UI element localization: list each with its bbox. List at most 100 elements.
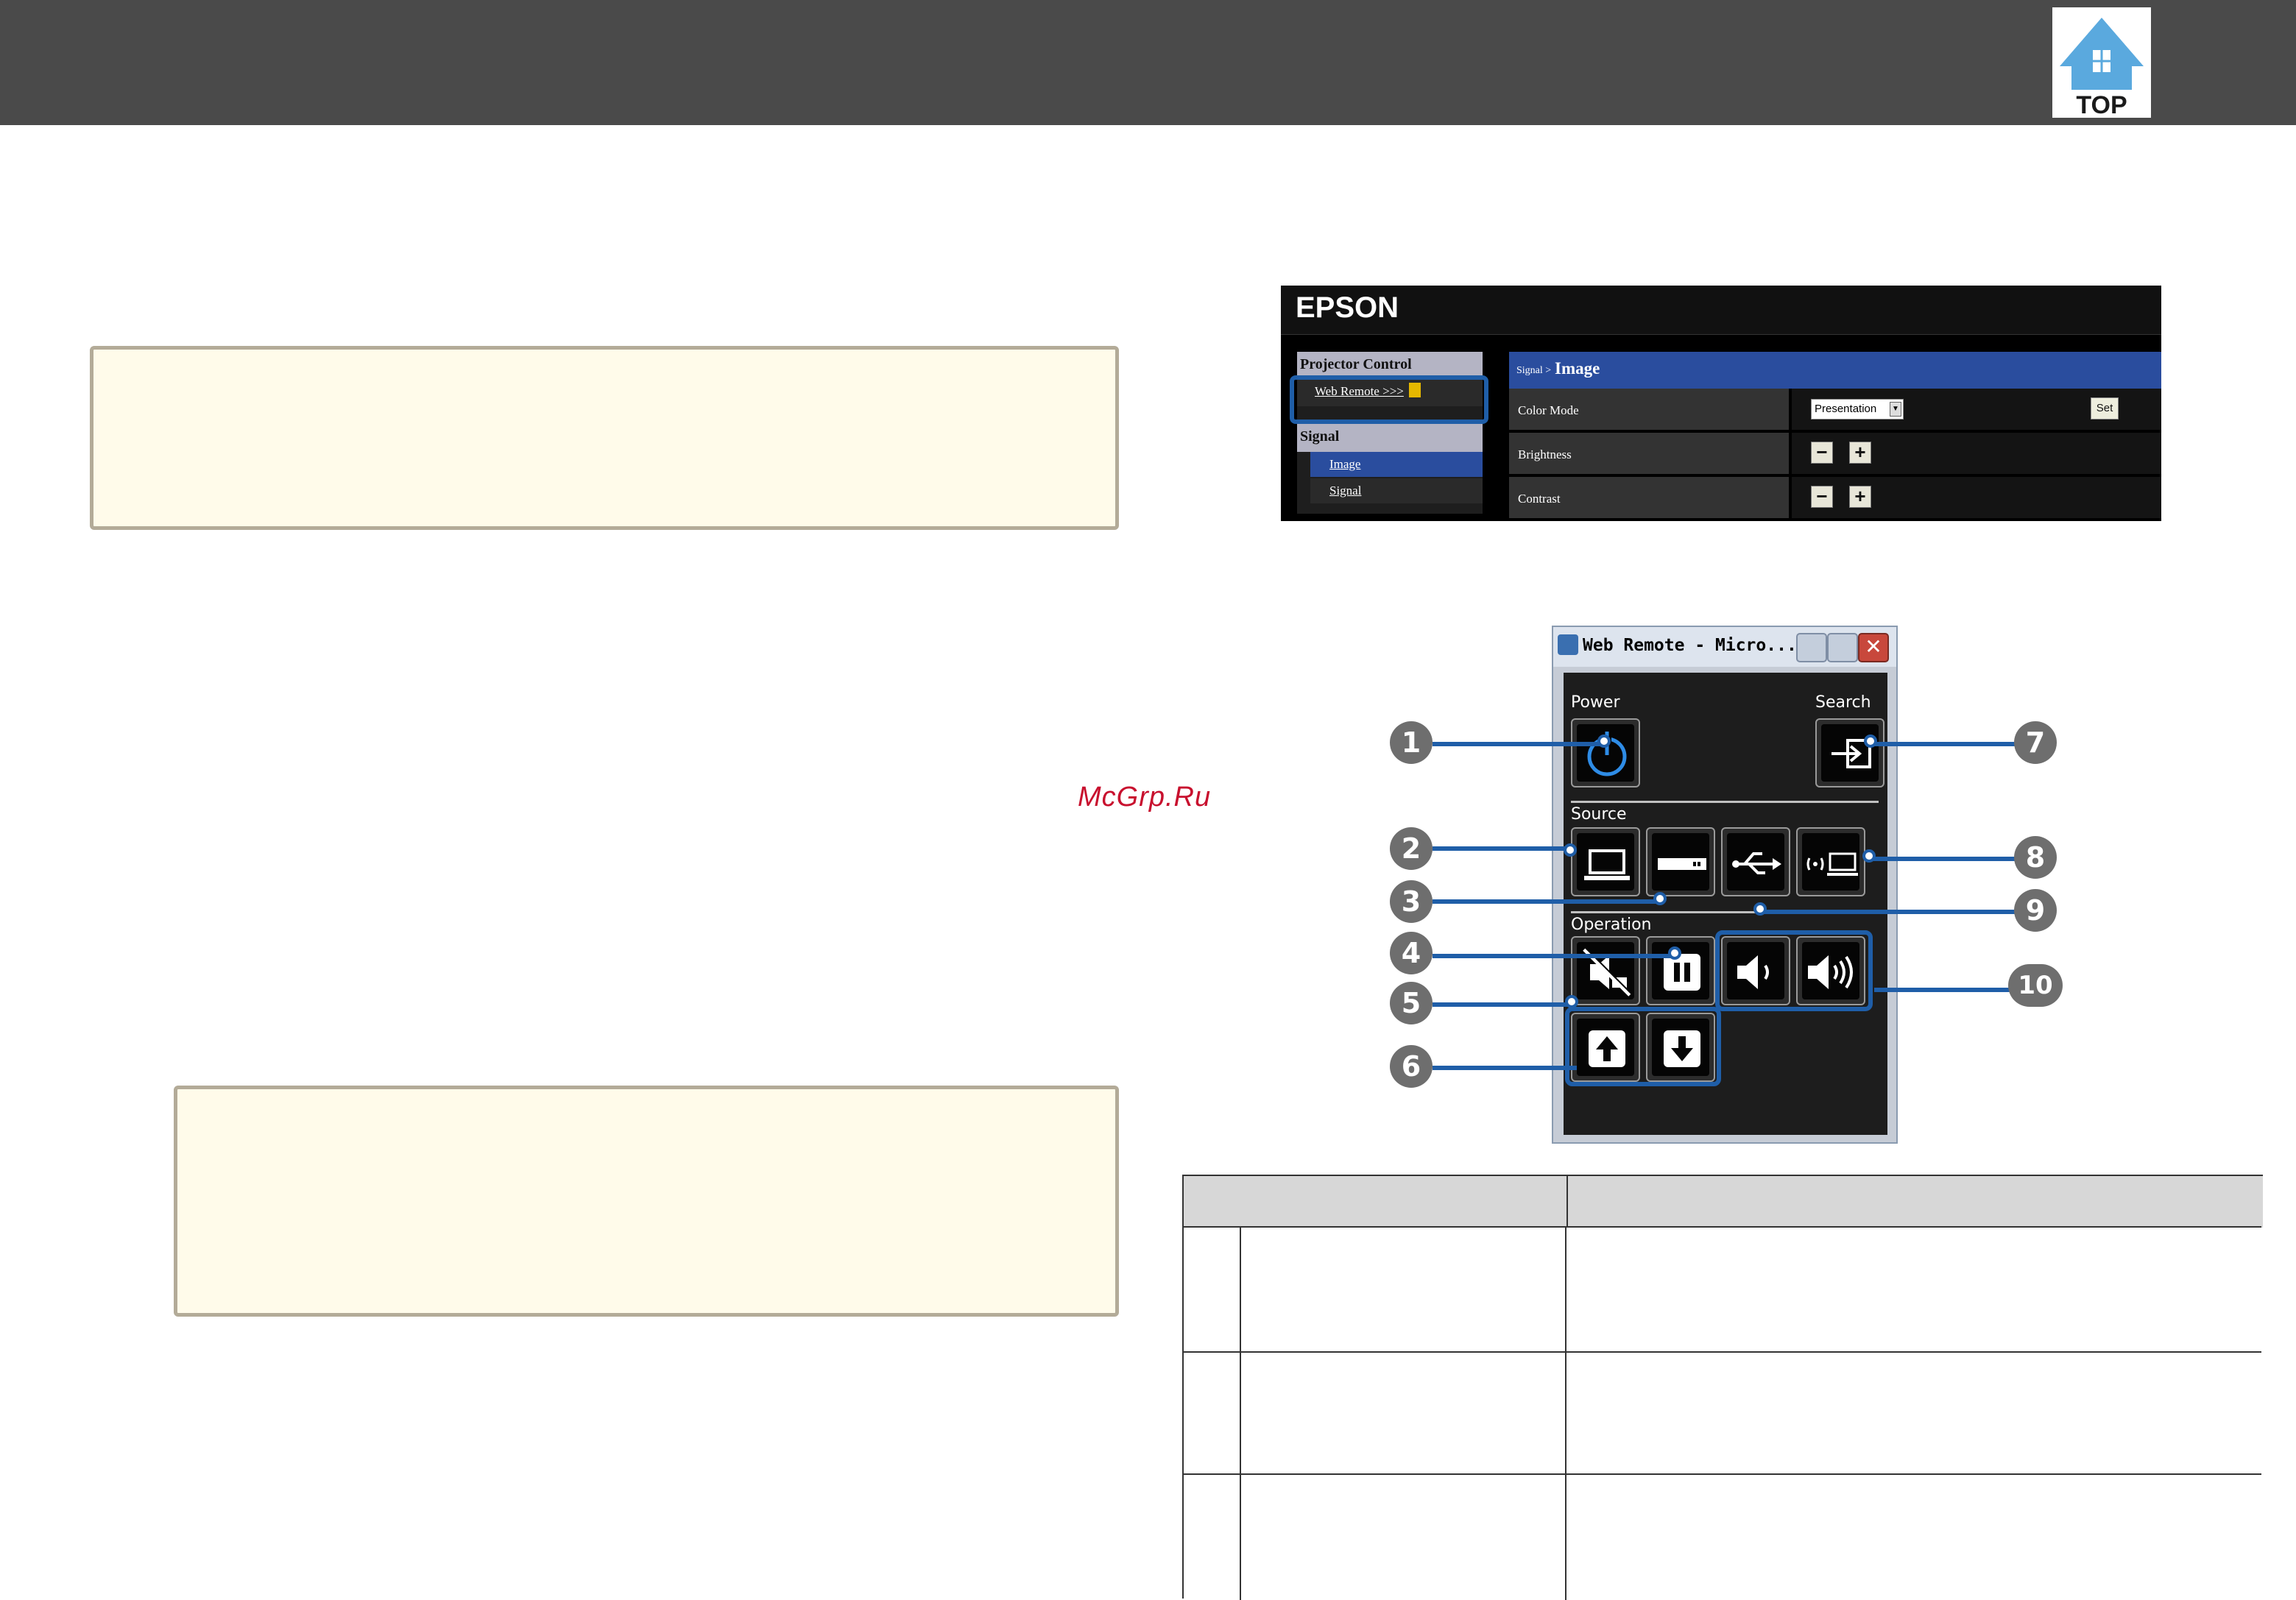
callout-dot <box>1564 843 1577 857</box>
breadcrumb: Signal > Image <box>1509 352 2161 389</box>
watermark-text: McGrp.Ru <box>1078 782 1212 813</box>
setting-value-cell: − + <box>1792 433 2161 474</box>
callout-dot <box>1753 902 1767 916</box>
callout-line <box>1433 846 1572 851</box>
column-divider <box>1565 1353 1566 1475</box>
callout-2: 2 <box>1390 827 1433 870</box>
setting-row-brightness: Brightness − + <box>1509 433 2161 475</box>
setting-row-color-mode: Color Mode Presentation ▼ Set <box>1509 389 2161 431</box>
callout-line <box>1433 899 1661 904</box>
source-network-button[interactable] <box>1796 827 1865 896</box>
freeze-button[interactable] <box>1646 936 1715 1005</box>
window-title: Web Remote - Micro... <box>1583 636 1797 655</box>
column-divider <box>1565 1475 1566 1600</box>
color-mode-select[interactable]: Presentation ▼ <box>1811 399 1904 420</box>
brightness-minus-button[interactable]: − <box>1811 442 1833 464</box>
search-icon <box>1831 739 1871 768</box>
callout-dot <box>1668 946 1681 960</box>
setting-value-cell: − + <box>1792 477 2161 518</box>
chevron-down-icon[interactable]: ▼ <box>1890 402 1901 417</box>
power-icon <box>1587 732 1627 776</box>
divider <box>1571 801 1879 803</box>
source-video-button[interactable] <box>1646 827 1715 896</box>
maximize-button[interactable] <box>1827 633 1858 662</box>
video-icon <box>1658 858 1706 870</box>
set-button[interactable]: Set <box>2091 397 2119 420</box>
sidebar-heading-label: Signal <box>1300 428 1340 445</box>
epson-logo: EPSON <box>1296 291 1399 324</box>
sidebar-item-image[interactable]: Image <box>1310 452 1483 477</box>
setting-label: Contrast <box>1518 492 1561 506</box>
setting-label: Brightness <box>1518 447 1572 461</box>
callout-line <box>1433 742 1605 746</box>
source-computer-button[interactable] <box>1571 827 1640 896</box>
column-divider <box>1565 1228 1566 1353</box>
page-up-button[interactable] <box>1571 1013 1640 1082</box>
callout-dot <box>1653 892 1667 905</box>
callout-line <box>1870 857 2033 861</box>
callout-9: 9 <box>2014 889 2057 932</box>
table-row <box>1182 1226 2261 1353</box>
callout-3: 3 <box>1390 880 1433 923</box>
close-button[interactable]: ✕ <box>1858 633 1889 662</box>
network-icon <box>1806 852 1858 876</box>
callout-1: 1 <box>1390 721 1433 764</box>
source-usb-button[interactable] <box>1721 827 1790 896</box>
window-titlebar[interactable]: Web Remote - Micro... ✕ <box>1553 627 1896 667</box>
callout-5: 5 <box>1390 982 1433 1024</box>
callout-dot <box>1864 734 1877 748</box>
table-row <box>1182 1473 2261 1600</box>
callout-dot <box>1565 995 1578 1008</box>
browser-icon <box>1558 634 1578 655</box>
freeze-icon <box>1664 954 1700 991</box>
callout-line <box>1433 1066 1577 1070</box>
callout-10: 10 <box>2008 964 2063 1007</box>
setting-label: Color Mode <box>1518 403 1579 417</box>
header-bar <box>0 0 2296 125</box>
column-divider <box>1240 1228 1241 1353</box>
column-divider <box>1566 1176 1568 1228</box>
power-button[interactable] <box>1571 718 1640 787</box>
callout-4: 4 <box>1390 932 1433 974</box>
web-remote-highlight <box>1290 375 1488 424</box>
top-label: TOP <box>2076 91 2127 118</box>
sidebar-item-signal[interactable]: Signal <box>1310 478 1483 503</box>
brightness-plus-button[interactable]: + <box>1849 442 1871 464</box>
search-button[interactable] <box>1815 718 1885 787</box>
epson-header: EPSON <box>1281 286 2161 335</box>
breadcrumb-parent[interactable]: Signal > <box>1516 365 1551 377</box>
callout-line <box>1433 954 1675 958</box>
callout-line <box>1759 910 2033 914</box>
callout-line <box>1433 1002 1572 1007</box>
volume-down-icon <box>1737 955 1769 989</box>
callout-7: 7 <box>2014 721 2057 764</box>
top-link-button[interactable]: TOP <box>2052 7 2151 119</box>
callout-8: 8 <box>2014 836 2057 879</box>
page-down-icon <box>1664 1030 1700 1067</box>
page-down-button[interactable] <box>1646 1013 1715 1082</box>
setting-label-cell: Brightness <box>1509 433 1789 474</box>
av-mute-button[interactable] <box>1571 936 1640 1005</box>
volume-up-button[interactable] <box>1796 936 1865 1005</box>
av-mute-icon <box>1583 947 1632 997</box>
function-table <box>1182 1175 2263 1600</box>
table-header <box>1182 1175 2263 1228</box>
callout-line <box>1870 742 2033 746</box>
power-label: Power <box>1571 693 1620 712</box>
search-label: Search <box>1815 693 1871 712</box>
callout-dot <box>1862 849 1876 863</box>
contrast-plus-button[interactable]: + <box>1849 486 1871 508</box>
column-divider <box>1240 1353 1241 1475</box>
contrast-minus-button[interactable]: − <box>1811 486 1833 508</box>
callout-6: 6 <box>1390 1045 1433 1088</box>
table-row <box>1182 1351 2261 1475</box>
select-value: Presentation <box>1815 403 1877 415</box>
volume-up-icon <box>1808 955 1853 989</box>
operation-label: Operation <box>1571 916 1652 934</box>
volume-down-button[interactable] <box>1721 936 1790 1005</box>
sidebar-item-label[interactable]: Image <box>1329 457 1360 472</box>
sidebar-item-label[interactable]: Signal <box>1329 484 1361 498</box>
computer-icon <box>1584 849 1630 880</box>
page-up-icon <box>1589 1030 1625 1067</box>
minimize-button[interactable] <box>1796 633 1827 662</box>
